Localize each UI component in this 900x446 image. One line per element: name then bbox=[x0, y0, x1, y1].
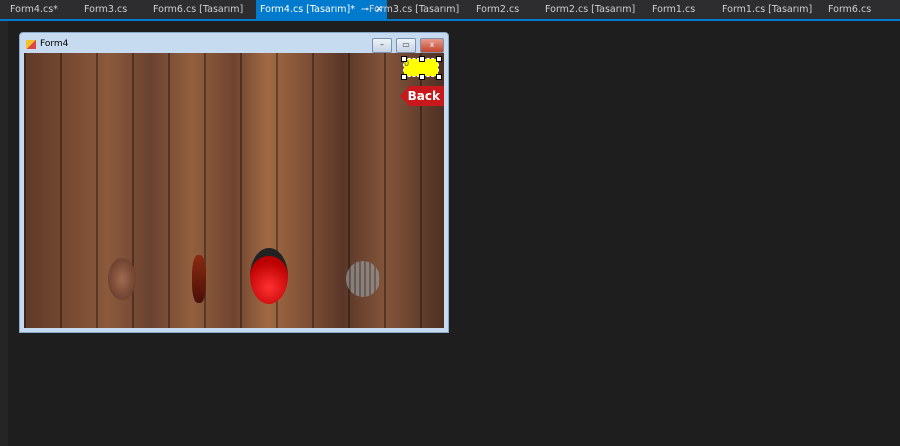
tab-form2-cs[interactable]: Form2.cs bbox=[476, 0, 519, 19]
back-button[interactable]: Back bbox=[400, 86, 444, 106]
form-icon bbox=[26, 40, 36, 49]
beetle-icon[interactable] bbox=[108, 258, 136, 300]
ant-icon[interactable] bbox=[192, 255, 206, 303]
selection-handle[interactable] bbox=[401, 56, 407, 62]
tab-form3-cs[interactable]: Form3.cs bbox=[84, 0, 127, 19]
tab-form6-cs[interactable]: Form6.cs bbox=[828, 0, 871, 19]
document-tab-strip: Form4.cs* Form3.cs Form6.cs [Tasarım] Fo… bbox=[0, 0, 900, 21]
pillbug-icon[interactable] bbox=[346, 261, 380, 297]
selection-handle[interactable] bbox=[401, 74, 407, 80]
minimize-button[interactable]: – bbox=[372, 38, 392, 53]
selection-handle[interactable] bbox=[419, 74, 425, 80]
wood-background: 0 Back bbox=[24, 53, 444, 328]
left-gutter bbox=[0, 21, 8, 446]
pin-icon[interactable]: ⊸ bbox=[361, 4, 369, 15]
tab-form4-cs[interactable]: Form4.cs* bbox=[10, 0, 58, 19]
ladybug-icon[interactable] bbox=[250, 248, 288, 304]
tab-form1-design[interactable]: Form1.cs [Tasarım] bbox=[722, 0, 812, 19]
tab-form1-cs[interactable]: Form1.cs bbox=[652, 0, 695, 19]
tab-form2-design[interactable]: Form2.cs [Tasarım] bbox=[545, 0, 635, 19]
selection-handle[interactable] bbox=[419, 56, 425, 62]
tab-form6-design[interactable]: Form6.cs [Tasarım] bbox=[153, 0, 243, 19]
maximize-button[interactable]: ▭ bbox=[396, 38, 416, 53]
selection-handle[interactable] bbox=[436, 74, 442, 80]
form-title: Form4 bbox=[40, 39, 69, 49]
close-button[interactable]: x bbox=[420, 38, 444, 53]
tab-label: Form4.cs [Tasarım]* bbox=[260, 4, 355, 15]
tab-form3-design[interactable]: Form3.cs [Tasarım] bbox=[369, 0, 459, 19]
form-designer-window[interactable]: Form4 – ▭ x 0 Back bbox=[19, 32, 449, 333]
tab-form4-design[interactable]: Form4.cs [Tasarım]* ⊸ ✕ bbox=[256, 0, 387, 19]
selection-handle[interactable] bbox=[436, 56, 442, 62]
